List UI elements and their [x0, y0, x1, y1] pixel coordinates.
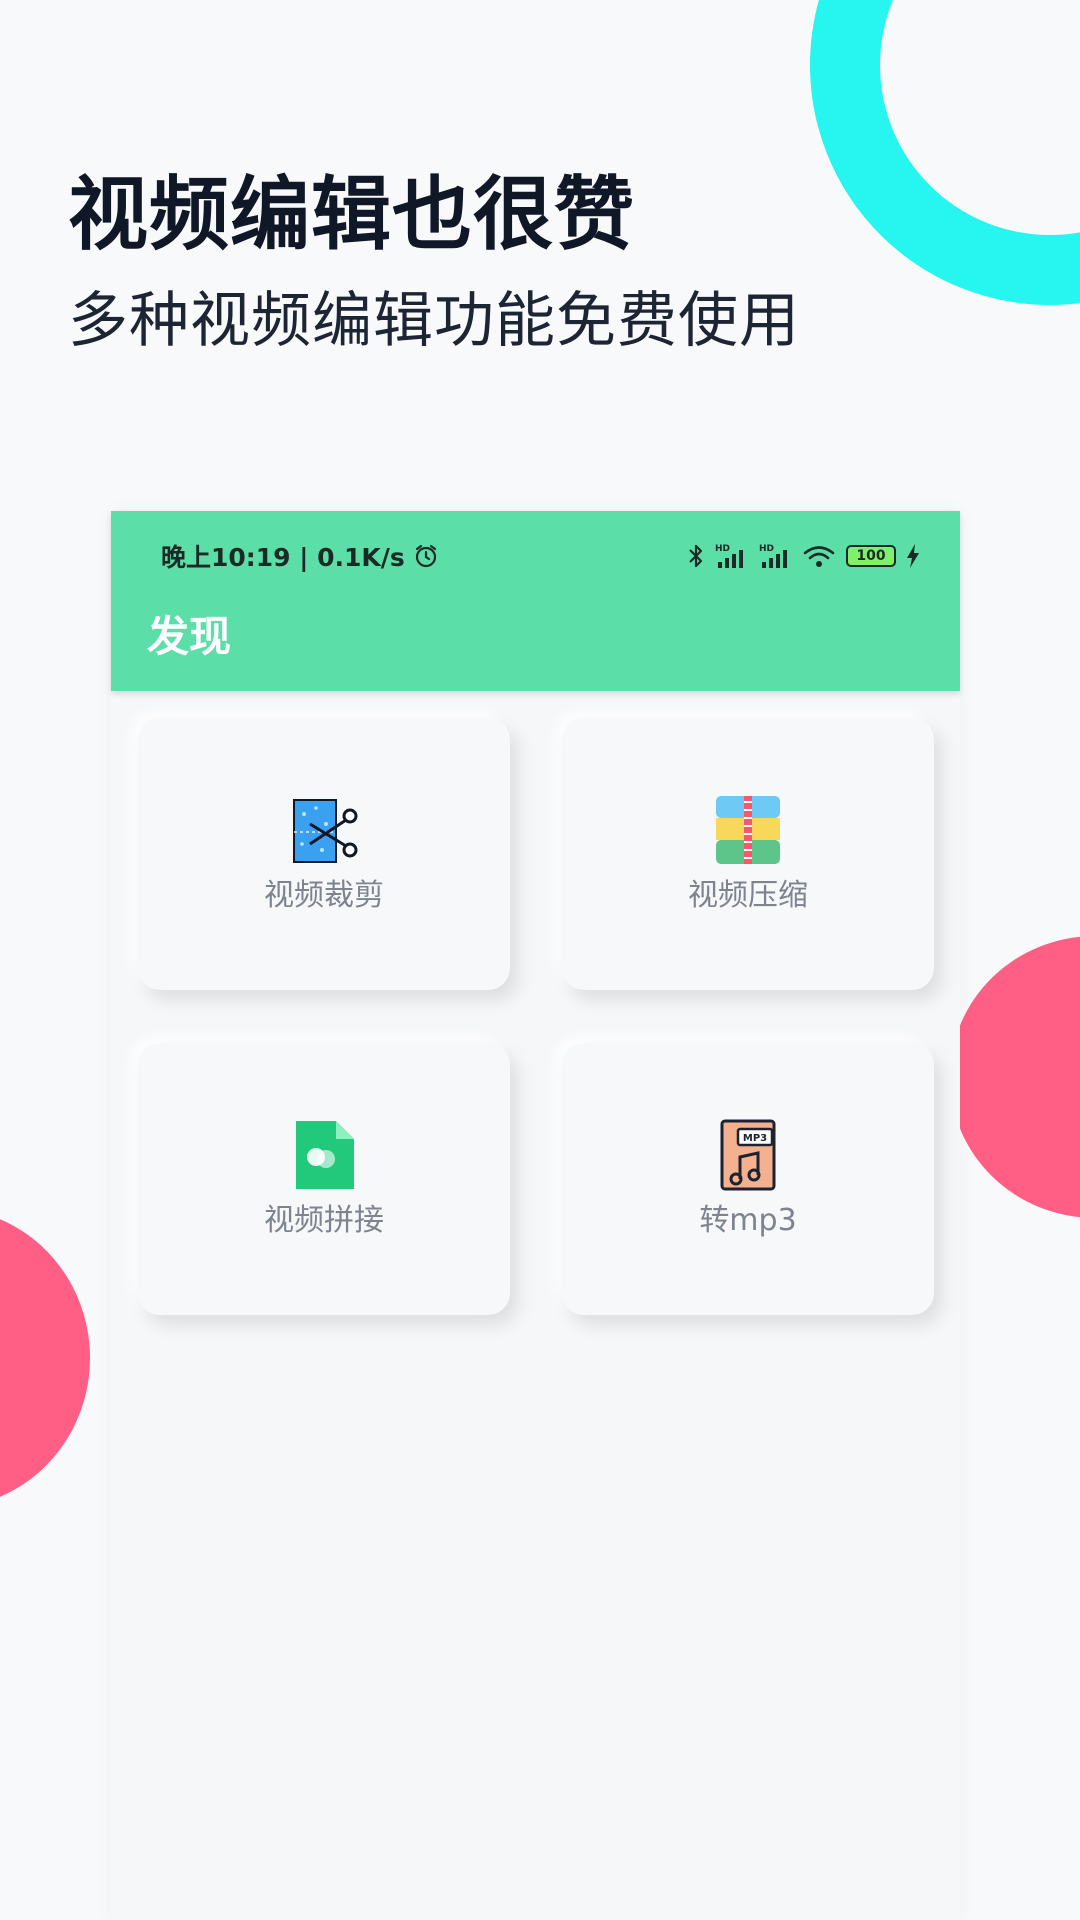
app-title: 发现 — [147, 612, 232, 661]
charging-icon — [907, 544, 919, 568]
decorative-blob-left — [0, 1208, 90, 1508]
battery-indicator: 100 — [846, 545, 896, 567]
phone-screen: 晚上10:19 | 0.1K/s HD HD 100 发现 视频裁剪 视频压缩 … — [111, 511, 960, 1920]
feature-card-video-crop[interactable]: 视频裁剪 — [138, 718, 510, 990]
video-crop-icon — [293, 799, 358, 863]
status-bar-left: 晚上10:19 | 0.1K/s — [161, 531, 439, 581]
status-bar-right: HD HD 100 — [688, 531, 920, 581]
feature-card-video-compress[interactable]: 视频压缩 — [562, 718, 934, 990]
signal2-hd-label: HD — [759, 544, 774, 554]
alarm-icon — [415, 544, 436, 568]
feature-card-convert-mp3[interactable]: MP3 转mp3 — [562, 1043, 934, 1315]
wifi-icon — [803, 546, 835, 567]
decorative-ring — [810, 0, 1080, 305]
status-time: 晚上10:19 | 0.1K/s — [161, 543, 405, 572]
hero-title: 视频编辑也很赞 — [68, 168, 635, 261]
bluetooth-icon — [689, 544, 703, 568]
video-compress-icon — [716, 796, 780, 864]
signal-icon-2: HD — [759, 544, 787, 568]
decorative-blob-right — [950, 936, 1080, 1218]
feature-label: 视频拼接 — [264, 1203, 384, 1238]
feature-label: 视频裁剪 — [264, 878, 384, 913]
convert-mp3-icon: MP3 — [720, 1119, 776, 1191]
video-merge-icon — [296, 1121, 354, 1189]
signal1-hd-label: HD — [715, 544, 730, 554]
hero-subtitle: 多种视频编辑功能免费使用 — [68, 286, 800, 356]
promo-screen: 视频编辑也很赞 多种视频编辑功能免费使用 晚上10:19 | 0.1K/s HD — [0, 0, 1080, 1920]
app-bar: 晚上10:19 | 0.1K/s HD HD 100 发现 — [111, 511, 960, 691]
mp3-badge: MP3 — [743, 1133, 767, 1144]
feature-card-video-merge[interactable]: 视频拼接 — [138, 1043, 510, 1315]
signal-icon-1: HD — [715, 544, 743, 568]
feature-label: 转mp3 — [699, 1203, 797, 1238]
feature-label: 视频压缩 — [688, 878, 808, 913]
